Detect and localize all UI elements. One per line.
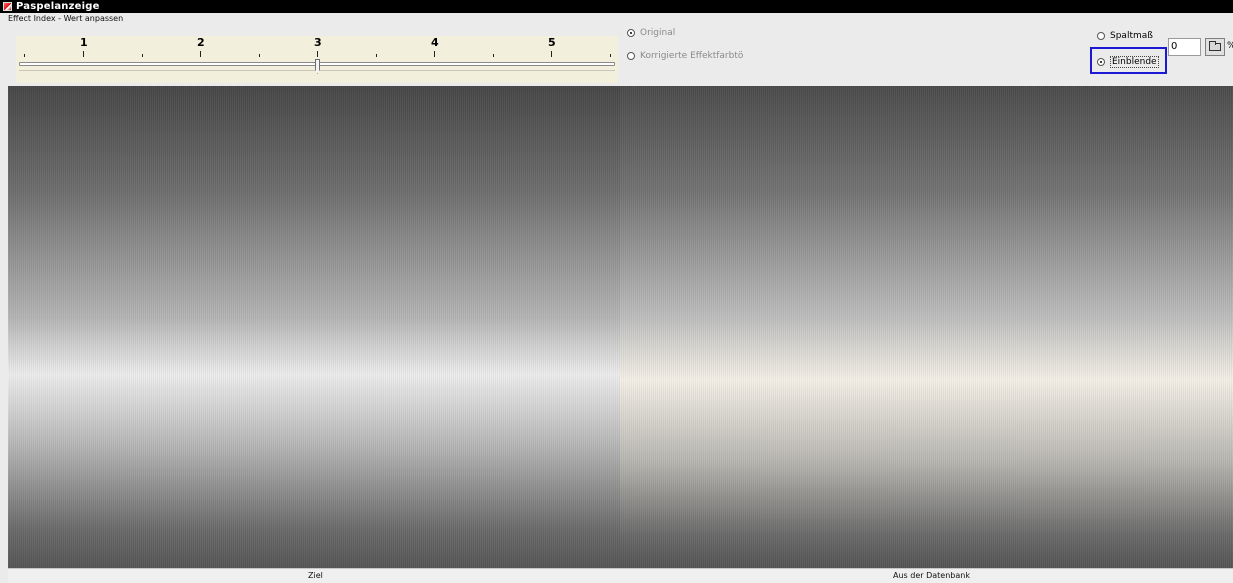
- scale-label-1: 1: [80, 36, 88, 49]
- tick-mark: [493, 54, 494, 57]
- folder-icon: [1209, 41, 1221, 51]
- percent-unit: %: [1227, 41, 1233, 51]
- target-label: Ziel: [308, 571, 323, 580]
- database-label: Aus der Datenbank: [893, 571, 970, 580]
- tick-mark: [24, 54, 25, 57]
- tick-mark: [259, 54, 260, 57]
- scale-label-3: 3: [314, 36, 322, 49]
- corrected-effect-color-label: Korrigierte Effektfarbtö: [640, 51, 744, 61]
- tick-mark: [610, 54, 611, 57]
- radio-unselected-icon: [627, 52, 635, 60]
- target-preview: [8, 86, 620, 568]
- tick-mark: [434, 51, 435, 57]
- browse-button[interactable]: [1205, 38, 1225, 56]
- effect-index-slider[interactable]: 1 2 3 4 5: [16, 36, 618, 83]
- texture-overlay: [620, 86, 1233, 568]
- radio-selected-icon: [627, 29, 635, 37]
- spaltmass-radio[interactable]: Spaltmaß: [1097, 31, 1153, 41]
- scale-label-4: 4: [431, 36, 439, 49]
- original-radio[interactable]: Original: [627, 28, 675, 38]
- effect-index-label: Effect Index - Wert anpassen: [8, 14, 124, 23]
- slider-thumb[interactable]: [315, 59, 320, 74]
- radio-selected-icon: [1097, 58, 1105, 66]
- window-title: Paspelanzeige: [16, 1, 100, 12]
- einblende-label: Einblende: [1110, 56, 1159, 68]
- corrected-effect-color-radio[interactable]: Korrigierte Effektfarbtö: [627, 51, 743, 61]
- tick-mark: [83, 51, 84, 57]
- original-label: Original: [640, 28, 676, 38]
- einblende-radio[interactable]: Einblende: [1097, 56, 1159, 68]
- status-bar: Ziel Aus der Datenbank: [8, 568, 1233, 583]
- app-icon: [3, 2, 12, 11]
- spaltmass-label: Spaltmaß: [1110, 31, 1153, 41]
- texture-overlay: [8, 86, 620, 568]
- tick-mark: [142, 54, 143, 57]
- piping-preview: [8, 86, 1233, 568]
- title-bar: Paspelanzeige: [0, 0, 1233, 13]
- tick-mark: [376, 54, 377, 57]
- tick-mark: [317, 51, 318, 57]
- percentage-input[interactable]: 0: [1168, 38, 1201, 56]
- scale-label-2: 2: [197, 36, 205, 49]
- tick-mark: [200, 51, 201, 57]
- database-preview: [620, 86, 1233, 568]
- tick-mark: [551, 51, 552, 57]
- scale-label-5: 5: [548, 36, 556, 49]
- radio-unselected-icon: [1097, 32, 1105, 40]
